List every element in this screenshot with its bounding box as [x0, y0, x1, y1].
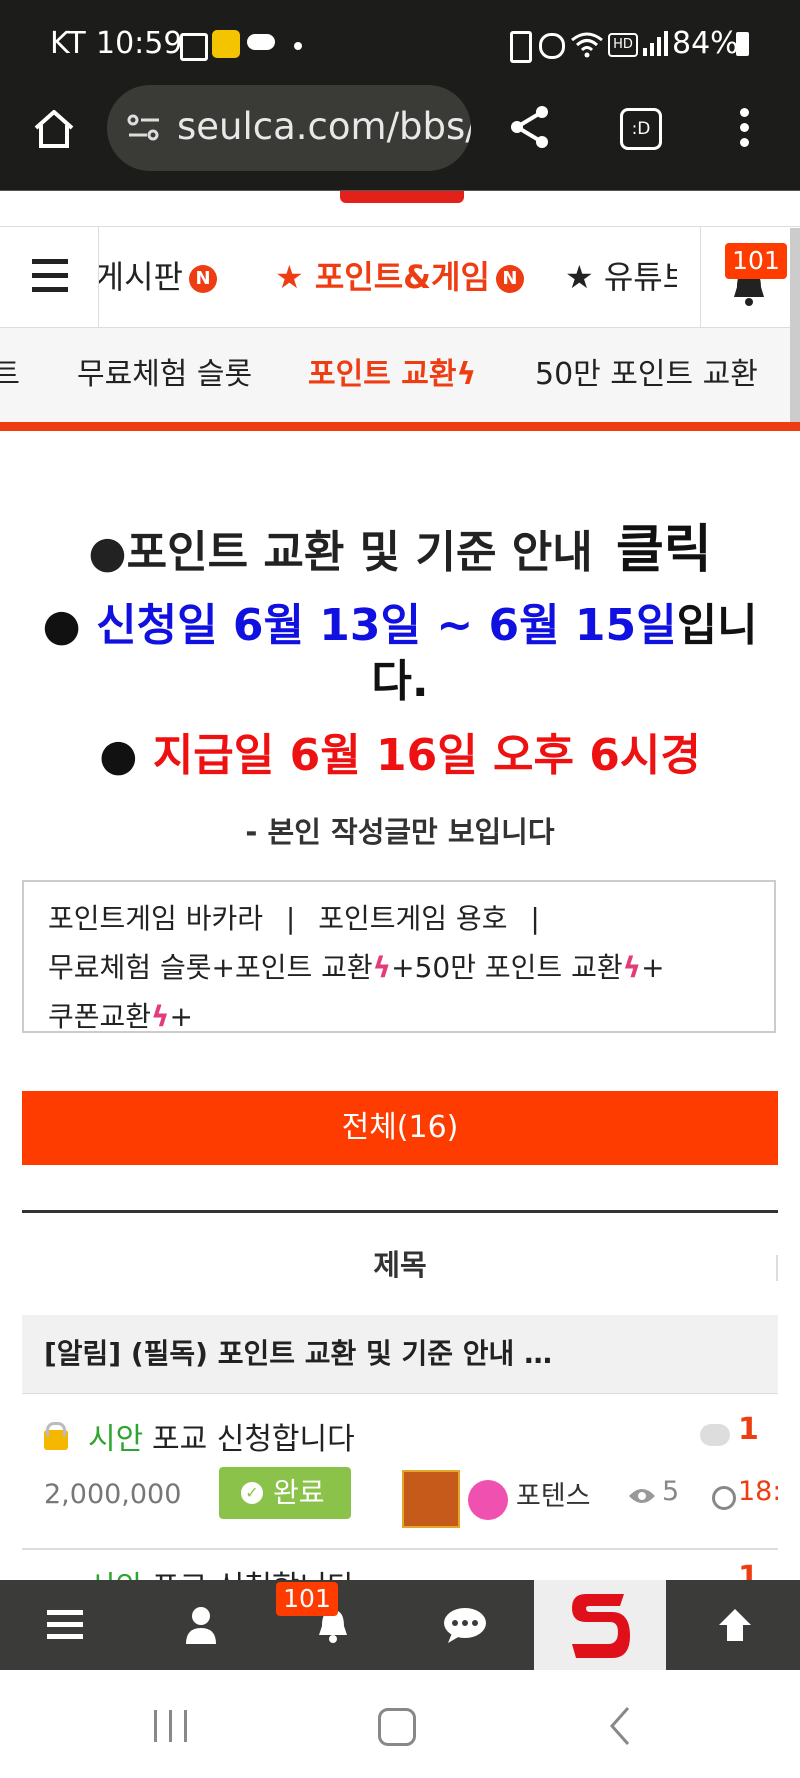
all-button[interactable]: 전체(16)	[22, 1091, 778, 1165]
eye-icon	[629, 1489, 655, 1503]
menu-button[interactable]	[0, 1580, 130, 1670]
tab-youtube[interactable]: ★ 유튜브	[565, 227, 677, 327]
view-count: 5	[662, 1476, 680, 1507]
alarm-icon	[539, 33, 565, 59]
notification-bell[interactable]: 101	[700, 227, 800, 327]
post-title[interactable]: 포교 신청합니다	[152, 1414, 355, 1458]
notification-count: 101	[276, 1582, 338, 1616]
battery-saver-icon	[510, 31, 532, 63]
home-icon[interactable]	[32, 108, 76, 150]
tab-point-game[interactable]: ★ 포인트&게임 N	[275, 227, 524, 327]
url-text: seulca.com/bbs/	[177, 105, 471, 148]
new-badge: N	[495, 265, 524, 293]
subnav-prev-cut[interactable]: 트	[0, 328, 20, 422]
cloud-icon	[247, 34, 275, 50]
new-badge: N	[189, 265, 217, 293]
bolt-icon: ϟ	[372, 951, 392, 984]
comment-icon	[700, 1424, 730, 1446]
post-time: 18:...	[738, 1476, 778, 1507]
avatar	[468, 1480, 508, 1520]
table-header: 제목	[22, 1210, 778, 1321]
notification-count: 101	[725, 243, 787, 279]
category-coupon-exchange[interactable]: 쿠폰교환	[48, 1000, 151, 1033]
category-box: 포인트게임 바카라 | 포인트게임 용호 | 무료체험 슬롯+포인트 교환ϟ+5…	[22, 880, 776, 1033]
carrier: KT	[50, 26, 86, 61]
tab-board[interactable]: 게시판 N	[99, 227, 217, 327]
notice-guide[interactable]: ●포인트 교환 및 기준 안내 클릭	[0, 520, 800, 583]
category-500k-exchange[interactable]: 50만 포인트 교환	[415, 951, 623, 984]
main-nav: 게시판N ★ 포인트&게임N ★ 유튜브 101	[0, 226, 800, 329]
recent-apps-icon[interactable]	[154, 1710, 190, 1742]
category-baccarat[interactable]: 포인트게임 바카라	[48, 902, 263, 935]
system-nav-bar	[0, 1670, 800, 1778]
site-logo-button[interactable]	[534, 1580, 666, 1670]
comment-count: 1	[738, 1560, 759, 1580]
level-icon	[402, 1470, 460, 1528]
share-icon[interactable]	[508, 104, 552, 150]
scroll-top-icon[interactable]	[670, 1580, 800, 1670]
category-point-exchange[interactable]: 포인트 교환	[235, 951, 373, 984]
address-bar[interactable]: seulca.com/bbs/	[107, 85, 471, 171]
tabs-count-button[interactable]: :D	[620, 108, 662, 150]
status-bar: KT 10:59 HD 84%	[0, 0, 800, 90]
clock-icon	[712, 1486, 736, 1510]
more-menu-icon[interactable]	[740, 108, 750, 148]
category-free-slot[interactable]: 무료체험 슬롯	[48, 951, 211, 984]
subnav-500k-exchange[interactable]: 50만 포인트 교환	[535, 328, 780, 422]
subnav-free-slot[interactable]: 무료체험 슬롯	[77, 328, 252, 422]
bottom-nav: 101	[0, 1580, 800, 1670]
dot-icon	[294, 42, 302, 50]
status-badge: ✓ 완료	[219, 1467, 351, 1519]
wifi-icon	[571, 32, 603, 58]
browser-toolbar: seulca.com/bbs/ :D	[0, 80, 800, 192]
bolt-icon: ϟ	[622, 951, 642, 984]
app-notification-icon	[212, 30, 240, 58]
exchange-amount: 2,000,000	[44, 1479, 182, 1510]
home-button-icon[interactable]	[378, 1708, 416, 1746]
check-icon: ✓	[241, 1482, 263, 1504]
post-tag: 시안	[88, 1562, 143, 1580]
post-title[interactable]: 포교 신청합니다	[152, 1562, 355, 1580]
s-logo-icon	[572, 1594, 630, 1658]
signal-icon	[643, 31, 668, 56]
apply-date-notice: ● 신청일 6월 13일 ~ 6월 15일입니다.	[42, 600, 758, 707]
category-dragon-tiger[interactable]: 포인트게임 용호	[318, 902, 507, 935]
hd-icon: HD	[608, 33, 638, 57]
user-icon[interactable]	[136, 1580, 266, 1670]
own-posts-only-text: - 본인 작성글만 보입니다	[245, 815, 555, 849]
subnav-point-exchange[interactable]: 포인트 교환ϟ	[308, 328, 476, 422]
site-logo[interactable]	[0, 191, 800, 223]
site-settings-icon[interactable]	[127, 113, 161, 143]
author-name[interactable]: 포텐스	[516, 1474, 591, 1513]
divider	[0, 422, 800, 431]
sub-nav: 트 무료체험 슬롯 포인트 교환ϟ 50만 포인트 교환	[0, 328, 790, 422]
table-row[interactable]: 시안 포교 신청합니다 1 2,000,000 ✓ 완료 포텐스 5 18:..…	[22, 1394, 778, 1550]
pinned-notice-title[interactable]: [알림] (필독) 포인트 교환 및 기준 안내 …	[44, 1337, 552, 1370]
bell-icon[interactable]: 101	[268, 1580, 398, 1670]
gallery-icon	[180, 33, 208, 61]
menu-icon[interactable]	[0, 227, 99, 327]
table-row[interactable]: 시안 포교 신청합니다 1	[22, 1550, 778, 1580]
clock: 10:59	[96, 26, 183, 61]
pinned-notice-row[interactable]: [알림] (필독) 포인트 교환 및 기준 안내 …	[22, 1315, 778, 1394]
click-link[interactable]: 클릭	[616, 520, 712, 580]
scrollbar[interactable]	[790, 228, 800, 422]
comment-count: 1	[738, 1412, 759, 1447]
battery-percent: 84%	[672, 26, 739, 61]
pay-date-notice: ● 지급일 6월 16일 오후 6시경	[99, 730, 701, 781]
back-icon[interactable]	[608, 1706, 632, 1746]
column-title: 제목	[373, 1248, 427, 1282]
battery-icon	[736, 32, 749, 56]
chat-icon[interactable]	[400, 1580, 530, 1670]
bolt-icon: ϟ	[151, 1000, 170, 1033]
post-tag: 시안	[88, 1422, 144, 1457]
